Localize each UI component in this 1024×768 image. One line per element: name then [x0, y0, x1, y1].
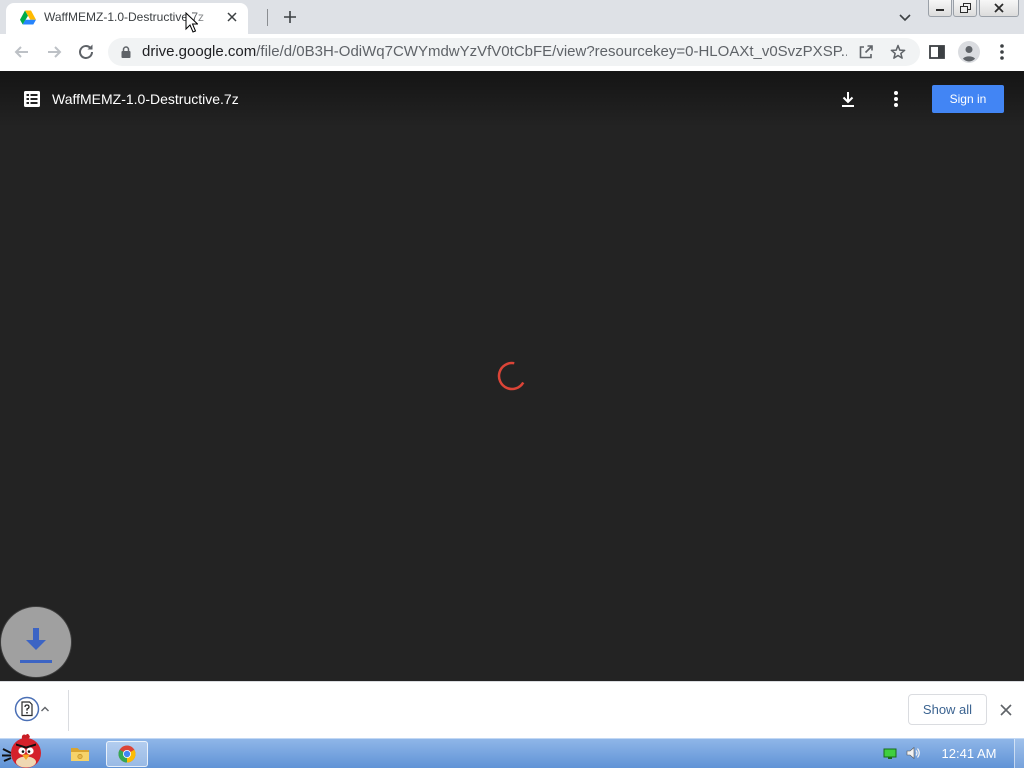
- browser-toolbar: drive.google.com/file/d/0B3H-OdiWq7CWYmd…: [0, 34, 1024, 71]
- chrome-icon: [118, 745, 136, 763]
- chevron-down-icon: [899, 14, 911, 22]
- window-restore-button[interactable]: [953, 0, 977, 17]
- chevron-up-icon: [41, 706, 49, 712]
- url-text[interactable]: drive.google.com/file/d/0B3H-OdiWq7CWYmd…: [142, 38, 847, 66]
- person-avatar-icon: [958, 41, 980, 63]
- shelf-divider: [68, 690, 69, 731]
- profile-button[interactable]: [958, 41, 980, 63]
- taskbar-explorer-button[interactable]: [69, 743, 91, 765]
- download-icon: [20, 628, 52, 663]
- browser-tab[interactable]: WaffMEMZ-1.0-Destructive.7z: [6, 3, 248, 34]
- close-icon: [227, 12, 237, 22]
- google-drive-icon: [20, 10, 36, 25]
- taskbar-chrome-button[interactable]: [106, 741, 148, 767]
- url-path: /file/d/0B3H-OdiWq7CWYmdwYzVfV0tCbFE/vie…: [256, 43, 847, 60]
- network-icon: [883, 748, 897, 759]
- new-tab-button[interactable]: [281, 8, 299, 26]
- tab-separator: [267, 9, 268, 26]
- more-actions-button[interactable]: [888, 89, 904, 109]
- more-vert-icon: [894, 91, 898, 107]
- lock-icon: [121, 46, 131, 58]
- tab-strip: WaffMEMZ-1.0-Destructive.7z: [0, 0, 1024, 34]
- download-item[interactable]: [10, 690, 60, 730]
- tray-network-button[interactable]: [883, 748, 897, 760]
- file-preview-viewer: WaffMEMZ-1.0-Destructive.7z Sign in: [0, 71, 1024, 681]
- plus-icon: [284, 11, 296, 23]
- side-panel-icon: [929, 45, 945, 59]
- share-button[interactable]: [857, 43, 875, 61]
- share-icon: [859, 45, 873, 59]
- url-host: drive.google.com: [142, 43, 257, 60]
- file-name: WaffMEMZ-1.0-Destructive.7z: [52, 91, 239, 107]
- arrow-left-icon: [14, 46, 28, 58]
- minimize-icon: [936, 9, 944, 11]
- close-shelf-button[interactable]: [999, 703, 1013, 717]
- close-icon: [1000, 704, 1012, 716]
- windows-taskbar: 12:41 AM: [0, 733, 1024, 768]
- tab-close-button[interactable]: [224, 9, 240, 25]
- star-outline-icon: [890, 44, 906, 59]
- reload-icon: [79, 44, 93, 59]
- window-minimize-button[interactable]: [928, 0, 952, 17]
- window-close-button[interactable]: [979, 0, 1019, 17]
- download-icon: [842, 92, 854, 107]
- angry-bird-icon: [2, 733, 41, 768]
- floating-download-button[interactable]: [1, 607, 71, 677]
- tray-volume-button[interactable]: [905, 745, 921, 761]
- sign-in-button[interactable]: Sign in: [932, 85, 1004, 113]
- restore-icon: [960, 3, 971, 13]
- forward-button[interactable]: [44, 42, 64, 62]
- arrow-right-icon: [48, 46, 62, 58]
- show-all-downloads-button[interactable]: Show all: [908, 694, 987, 725]
- file-list-icon: [24, 91, 40, 107]
- back-button[interactable]: [12, 42, 32, 62]
- tab-search-button[interactable]: [897, 9, 913, 25]
- reload-button[interactable]: [76, 42, 96, 62]
- address-bar[interactable]: drive.google.com/file/d/0B3H-OdiWq7CWYmd…: [108, 38, 920, 66]
- start-button[interactable]: [0, 731, 50, 768]
- more-vert-icon: [1000, 44, 1004, 60]
- download-item-menu-button[interactable]: [40, 704, 50, 714]
- browser-menu-button[interactable]: [994, 42, 1010, 62]
- side-panel-button[interactable]: [928, 43, 946, 61]
- viewer-header: WaffMEMZ-1.0-Destructive.7z Sign in: [0, 71, 1024, 127]
- loading-spinner-icon: [497, 361, 525, 391]
- mouse-cursor-icon: [185, 12, 198, 33]
- taskbar-clock[interactable]: 12:41 AM: [935, 739, 1003, 768]
- download-shelf: Show all: [0, 681, 1024, 738]
- folder-icon: [71, 748, 89, 761]
- unknown-file-icon: [14, 696, 40, 722]
- download-button[interactable]: [838, 89, 858, 109]
- bookmark-button[interactable]: [889, 43, 907, 61]
- site-info-button[interactable]: [119, 45, 133, 59]
- volume-icon: [906, 746, 920, 760]
- show-desktop-button[interactable]: [1014, 739, 1024, 768]
- close-icon: [994, 3, 1004, 13]
